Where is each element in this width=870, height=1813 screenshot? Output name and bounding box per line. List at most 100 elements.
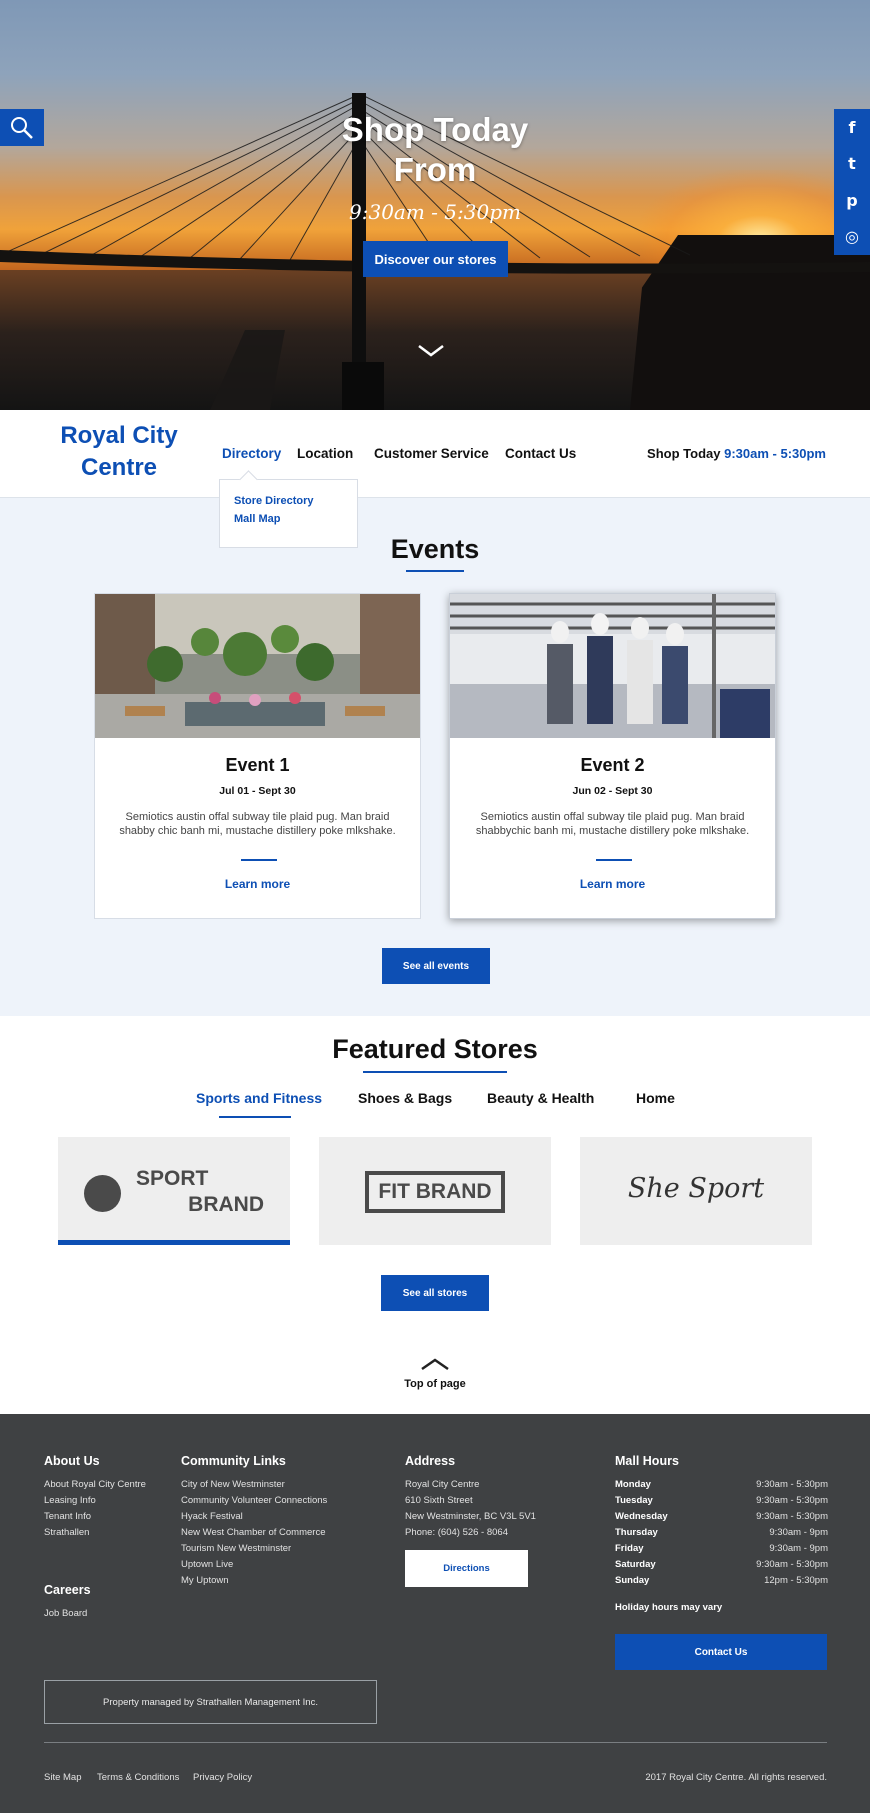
site-logo[interactable]: Royal City Centre [45, 420, 193, 484]
social-bar: f t p ◎ [834, 109, 870, 255]
hero-banner: f t p ◎ Shop Today From 9:30am - 5:30pm … [0, 0, 870, 410]
tab-shoes-and-bags[interactable]: Shoes & Bags [358, 1090, 452, 1106]
nav-location[interactable]: Location [297, 446, 353, 461]
holiday-hours-note: Holiday hours may vary [615, 1602, 723, 1613]
footer-careers-links: Job Board [44, 1606, 87, 1622]
hours-time: 12pm - 5:30pm [764, 1575, 828, 1586]
footer-community-links: City of New Westminster Community Volunt… [181, 1477, 327, 1589]
facebook-icon[interactable]: f [834, 109, 870, 146]
nav-contact-us[interactable]: Contact Us [505, 446, 576, 461]
store-tile-she-sport[interactable]: She Sport [580, 1137, 812, 1245]
hours-day: Monday [615, 1479, 651, 1490]
event-2-image [450, 594, 775, 738]
shop-today-hours: Shop Today 9:30am - 5:30pm [647, 446, 826, 461]
address-line: 610 Sixth Street [405, 1495, 473, 1506]
footer-community-title: Community Links [181, 1454, 286, 1468]
footer-divider [44, 1742, 827, 1743]
hero-title-line1: Shop Today [341, 111, 529, 148]
hours-day: Wednesday [615, 1511, 668, 1522]
hours-day: Tuesday [615, 1495, 653, 1506]
store-tile-sport-brand[interactable]: SPORT BRAND [58, 1137, 290, 1245]
footer-contact-us-button[interactable]: Contact Us [615, 1634, 827, 1670]
tab-beauty-and-health[interactable]: Beauty & Health [487, 1090, 594, 1106]
dropdown-store-directory[interactable]: Store Directory [234, 495, 313, 507]
footer-link[interactable]: Leasing Info [44, 1493, 146, 1509]
sport-brand-logo: SPORT BRAND [136, 1166, 264, 1218]
chevron-down-icon[interactable] [417, 343, 445, 359]
site-footer [0, 1414, 870, 1813]
footer-link[interactable]: Tenant Info [44, 1509, 146, 1525]
footer-link[interactable]: About Royal City Centre [44, 1477, 146, 1493]
shop-today-label: Shop Today [647, 446, 721, 461]
sport-brand-logo-circle [84, 1175, 121, 1212]
nav-directory[interactable]: Directory [222, 446, 281, 461]
nav-customer-service[interactable]: Customer Service [374, 446, 489, 461]
hours-row: Tuesday 9:30am - 5:30pm [615, 1493, 828, 1509]
hours-day: Sunday [615, 1575, 650, 1586]
hours-day: Friday [615, 1543, 644, 1554]
footer-privacy-link[interactable]: Privacy Policy [193, 1772, 252, 1783]
footer-link[interactable]: Strathallen [44, 1525, 146, 1541]
featured-title-underline [363, 1071, 507, 1073]
twitter-icon[interactable]: t [834, 146, 870, 183]
footer-about-links: About Royal City Centre Leasing Info Ten… [44, 1477, 146, 1541]
hours-row: Friday 9:30am - 9pm [615, 1541, 828, 1557]
events-title: Events [390, 534, 480, 564]
footer-careers-title: Careers [44, 1583, 91, 1597]
footer-link[interactable]: Tourism New Westminster [181, 1541, 327, 1557]
footer-hours-title: Mall Hours [615, 1454, 679, 1468]
footer-link[interactable]: Community Volunteer Connections [181, 1493, 327, 1509]
directions-button[interactable]: Directions [405, 1550, 528, 1587]
event-1-image [95, 594, 420, 738]
footer-link[interactable]: Hyack Festival [181, 1509, 327, 1525]
store-tile-fit-brand[interactable]: FIT BRAND [319, 1137, 551, 1245]
see-all-events-button[interactable]: See all events [382, 948, 490, 984]
tab-home[interactable]: Home [636, 1090, 675, 1106]
featured-stores-title: Featured Stores [332, 1034, 538, 1064]
dropdown-mall-map[interactable]: Mall Map [234, 513, 280, 525]
active-tab-underline [219, 1116, 291, 1118]
event-card: Event 2 Jun 02 - Sept 30 Semiotics austi… [449, 593, 776, 919]
chevron-up-icon[interactable] [420, 1357, 450, 1371]
event-card: Event 1 Jul 01 - Sept 30 Semiotics austi… [94, 593, 421, 919]
hours-time: 9:30am - 5:30pm [756, 1495, 828, 1506]
address-line: Royal City Centre [405, 1479, 480, 1490]
event-date: Jul 01 - Sept 30 [219, 785, 296, 797]
top-of-page-link[interactable]: Top of page [0, 1378, 870, 1390]
she-sport-logo: She Sport [627, 1173, 765, 1204]
instagram-icon[interactable]: ◎ [834, 219, 870, 256]
hours-time: 9:30am - 5:30pm [756, 1511, 828, 1522]
footer-about-title: About Us [44, 1454, 100, 1468]
tab-sports-and-fitness[interactable]: Sports and Fitness [196, 1090, 322, 1106]
footer-link[interactable]: My Uptown [181, 1573, 327, 1589]
footer-link[interactable]: Uptown Live [181, 1557, 327, 1573]
event-divider [596, 859, 632, 861]
hours-time: 9:30am - 9pm [769, 1527, 828, 1538]
sport-brand-line1: SPORT [136, 1167, 209, 1190]
see-all-stores-button[interactable]: See all stores [381, 1275, 489, 1311]
discover-stores-button[interactable]: Discover our stores [363, 241, 508, 277]
hours-row: Wednesday 9:30am - 5:30pm [615, 1509, 828, 1525]
address-phone[interactable]: Phone: (604) 526 - 8064 [405, 1525, 536, 1541]
main-header: Royal City Centre Directory Location Cus… [0, 410, 870, 498]
address-line: New Westminster, BC V3L 5V1 [405, 1511, 536, 1522]
fit-brand-logo: FIT BRAND [365, 1171, 505, 1213]
hours-time: 9:30am - 5:30pm [756, 1559, 828, 1570]
footer-terms-link[interactable]: Terms & Conditions [97, 1772, 179, 1783]
footer-link[interactable]: New West Chamber of Commerce [181, 1525, 327, 1541]
events-title-underline [406, 570, 464, 572]
event-learn-more-link[interactable]: Learn more [95, 877, 420, 891]
pinterest-icon[interactable]: p [834, 182, 870, 219]
hours-day: Saturday [615, 1559, 656, 1570]
footer-site-map-link[interactable]: Site Map [44, 1772, 82, 1783]
sport-brand-line2: BRAND [188, 1193, 264, 1216]
event-learn-more-link[interactable]: Learn more [450, 877, 775, 891]
hours-row: Sunday 12pm - 5:30pm [615, 1573, 828, 1589]
event-description: Semiotics austin offal subway tile plaid… [475, 811, 750, 837]
hero-title-line2: From [393, 151, 477, 188]
hero-hours: 9:30am - 5:30pm [349, 200, 521, 224]
footer-link[interactable]: City of New Westminster [181, 1477, 327, 1493]
footer-link[interactable]: Job Board [44, 1606, 87, 1622]
search-button[interactable] [0, 109, 44, 146]
event-divider [241, 859, 277, 861]
